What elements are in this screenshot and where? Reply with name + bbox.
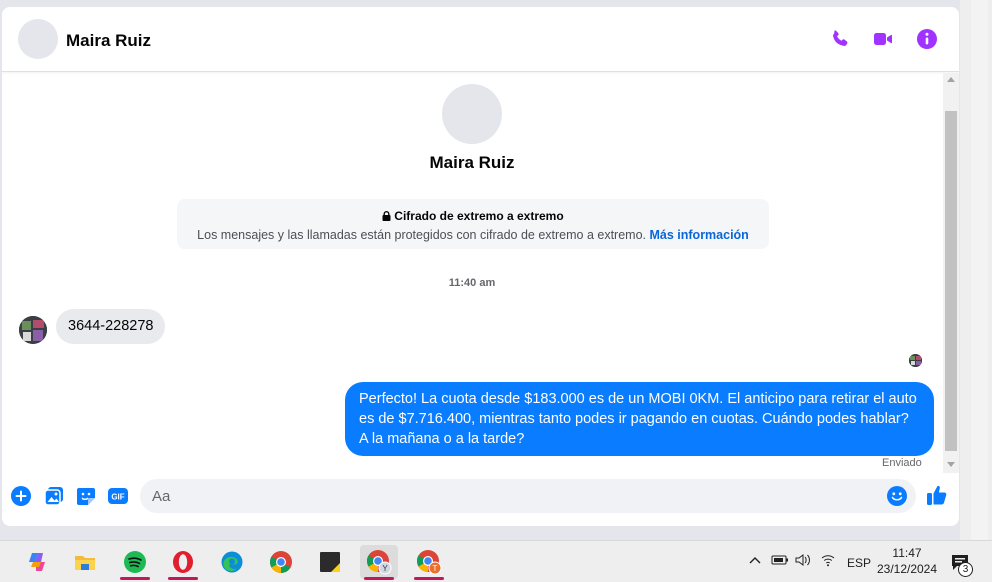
message-input-container — [140, 479, 916, 513]
svg-text:Y: Y — [382, 564, 388, 573]
encryption-notice: Cifrado de extremo a extremo Los mensaje… — [177, 199, 769, 249]
chrome-profile-t-icon[interactable]: T — [410, 545, 448, 580]
chat-window: Maira Ruiz Maira Ruiz Cifrado de extremo… — [2, 7, 959, 526]
info-icon[interactable] — [915, 27, 939, 51]
phone-icon[interactable] — [828, 27, 852, 51]
page-scrollbar[interactable] — [971, 0, 988, 540]
chat-header: Maira Ruiz — [2, 7, 959, 72]
gif-icon[interactable]: GIF — [107, 485, 129, 507]
scrollbar-thumb[interactable] — [945, 111, 957, 451]
message-timestamp: 11:40 am — [448, 277, 496, 289]
contact-name[interactable]: Maira Ruiz — [66, 31, 151, 51]
clock-date: 23/12/2024 — [876, 562, 938, 576]
sender-avatar[interactable] — [19, 316, 47, 344]
chrome-profile-y-icon[interactable]: Y — [360, 545, 398, 580]
encryption-title: Cifrado de extremo a extremo — [394, 209, 564, 223]
plus-icon[interactable] — [10, 485, 32, 507]
message-list[interactable]: Maira Ruiz Cifrado de extremo a extremo … — [2, 73, 959, 473]
volume-icon[interactable] — [795, 553, 811, 570]
clock-time: 11:47 — [892, 546, 922, 560]
profile-avatar[interactable] — [442, 84, 502, 144]
scroll-up-arrow-icon[interactable] — [947, 77, 955, 82]
emoji-icon[interactable] — [886, 485, 908, 507]
encryption-description: Los mensajes y las llamadas están proteg… — [197, 228, 647, 242]
notification-count-badge: 3 — [958, 562, 973, 577]
read-receipt-avatar — [909, 354, 922, 367]
scroll-down-arrow-icon[interactable] — [947, 462, 955, 467]
copilot-icon[interactable] — [18, 545, 56, 579]
battery-icon[interactable] — [771, 554, 789, 569]
video-call-icon[interactable] — [871, 27, 895, 51]
svg-text:T: T — [433, 564, 438, 573]
photo-icon[interactable] — [43, 485, 65, 507]
chevron-up-icon[interactable] — [749, 554, 761, 568]
message-scrollbar[interactable] — [943, 73, 959, 473]
wifi-icon[interactable] — [820, 553, 836, 570]
more-info-link[interactable]: Más información — [650, 228, 749, 242]
incoming-message[interactable]: 3644-228278 — [56, 309, 166, 344]
system-clock[interactable]: 11:47 23/12/2024 — [868, 545, 946, 577]
opera-icon[interactable] — [164, 545, 202, 580]
notification-center-icon[interactable]: 3 — [950, 552, 974, 577]
message-input[interactable] — [140, 479, 860, 513]
sticky-notes-icon[interactable] — [311, 545, 349, 579]
page-scrollbar-area — [960, 0, 992, 540]
message-composer: GIF — [2, 475, 959, 520]
chrome-icon[interactable] — [262, 545, 300, 579]
taskbar: Y T ESP 11:47 23/12/2024 3 — [0, 540, 992, 582]
profile-name: Maira Ruiz — [429, 153, 515, 172]
sticker-icon[interactable] — [75, 485, 97, 507]
outgoing-message[interactable]: Perfecto! La cuota desde $183.000 es de … — [345, 382, 934, 456]
spotify-icon[interactable] — [116, 545, 154, 580]
lock-icon — [382, 210, 391, 224]
file-explorer-icon[interactable] — [66, 545, 104, 579]
edge-icon[interactable] — [213, 545, 251, 579]
contact-avatar[interactable] — [18, 19, 58, 59]
svg-text:GIF: GIF — [111, 493, 124, 502]
message-status: Enviado — [882, 457, 922, 469]
like-icon[interactable] — [925, 483, 949, 507]
